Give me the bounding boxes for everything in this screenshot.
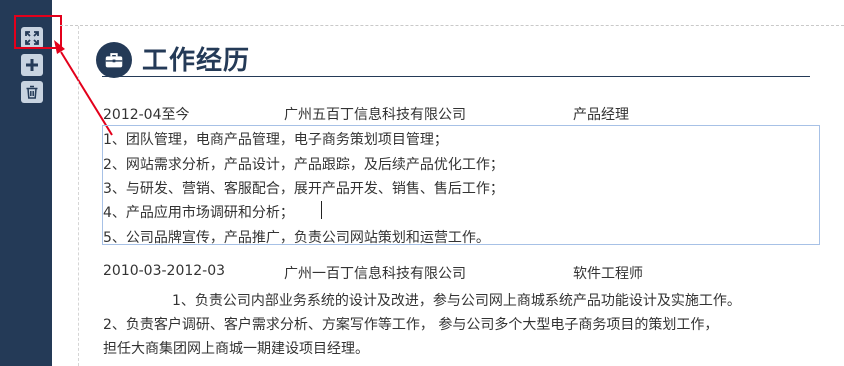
description-line: 3、与研发、营销、客服配合，展开产品开发、销售、售后工作； (103, 181, 504, 197)
job-company: 广州一百丁信息科技有限公司 (284, 266, 466, 282)
job-period: 2012-04至今 (103, 107, 190, 123)
section-badge (96, 42, 132, 78)
job-position: 软件工程师 (573, 266, 643, 282)
text-caret (321, 201, 322, 219)
description-line: 4、产品应用市场调研和分析； (103, 205, 294, 221)
job-company: 广州五百丁信息科技有限公司 (284, 107, 466, 123)
description-line: 1、负责公司内部业务系统的设计及改进，参与公司网上商城系统产品功能设计及实施工作… (172, 293, 741, 309)
module-left-border (78, 26, 79, 366)
description-line: 2、网站需求分析，产品设计，产品跟踪，及后续产品优化工作； (103, 157, 504, 173)
briefcase-icon (105, 53, 123, 68)
description-line: 1、团队管理，电商产品管理，电子商务策划项目管理； (103, 132, 448, 148)
description-line: 担任大商集团网上商城一期建设项目经理。 (103, 341, 369, 357)
description-line: 2、负责客户调研、客户需求分析、方案写作等工作， 参与公司多个大型电子商务项目的… (103, 317, 719, 333)
job-position: 产品经理 (573, 107, 629, 123)
description-line: 5、公司品牌宣传，产品推广，负责公司网站策划和运营工作。 (103, 230, 490, 246)
section-title: 工作经历 (142, 46, 251, 76)
module-top-border (60, 25, 844, 26)
title-underline (102, 76, 810, 77)
job-period: 2010-03-2012-03 (103, 263, 226, 279)
